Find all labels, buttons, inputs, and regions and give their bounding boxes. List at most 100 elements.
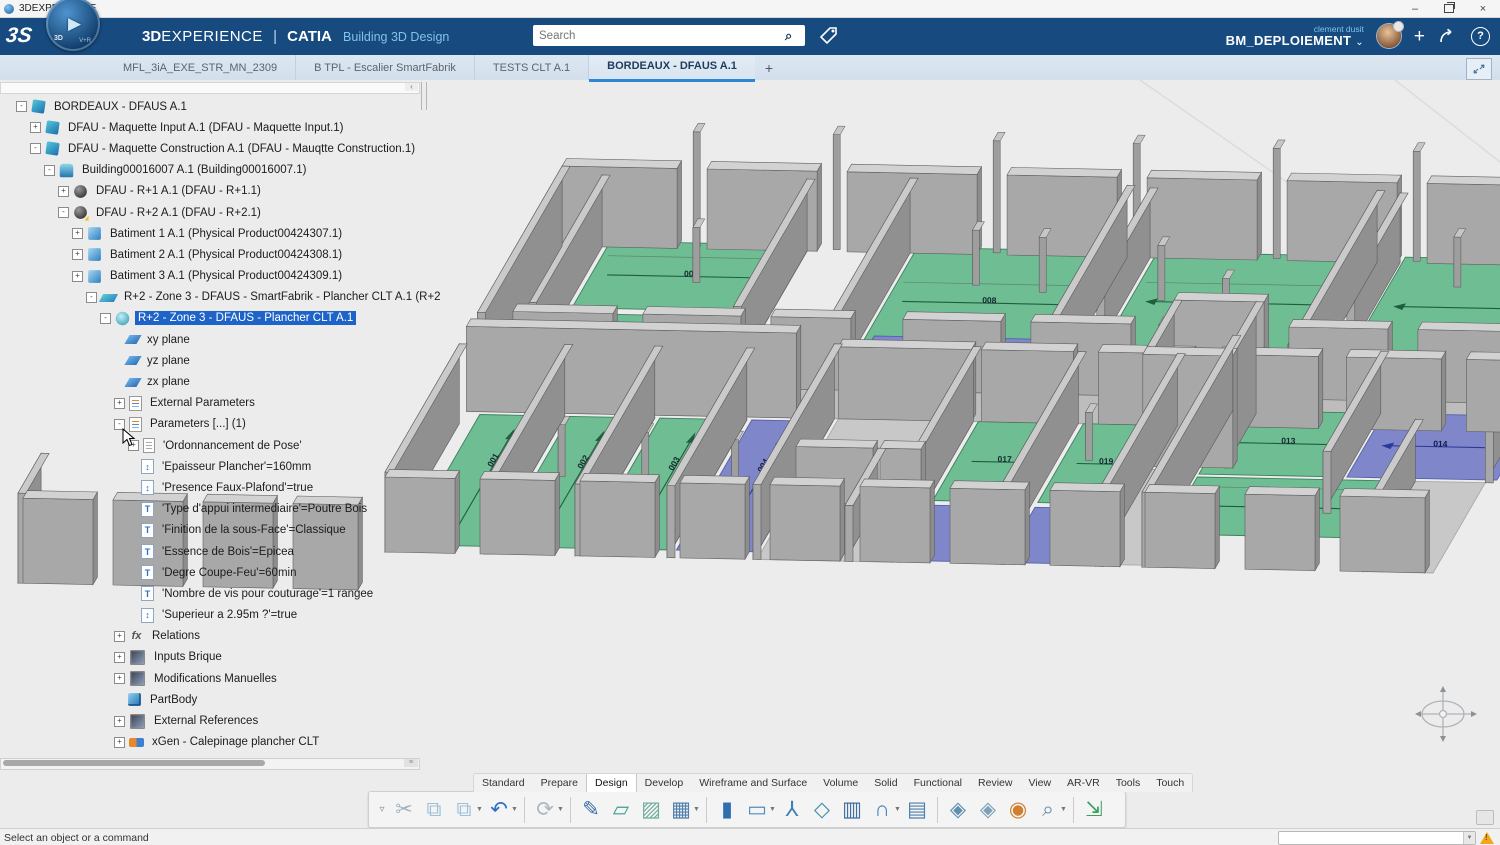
tree-item[interactable]: T'Essence de Bois'=Epicea (12, 541, 442, 562)
tree-expander-icon[interactable]: + (72, 228, 83, 239)
tree-item[interactable]: T'Finition de la sous-Face'=Classique (12, 520, 442, 541)
tree-item[interactable]: +'Ordonnancement de Pose' (12, 435, 442, 456)
command-dropdown-icon[interactable]: ▼ (1463, 832, 1475, 844)
ribbon-tab-standard[interactable]: Standard (474, 774, 533, 792)
tree-expander-icon[interactable]: + (114, 398, 125, 409)
tree-expander-icon[interactable]: + (114, 631, 125, 642)
tree-item[interactable]: +DFAU - R+1 A.1 (DFAU - R+1.1) (12, 181, 442, 202)
tree-item[interactable]: +DFAU - Maquette Input A.1 (DFAU - Maque… (12, 117, 442, 138)
search-tag-icon[interactable]: ⌕ (1033, 795, 1063, 825)
tree-item[interactable]: +Modifications Manuelles (12, 668, 442, 689)
wall-framing-icon[interactable]: ▥ (837, 795, 867, 825)
export-icon[interactable]: ⇲ (1079, 795, 1109, 825)
add-button[interactable]: + (1414, 27, 1425, 46)
add-tab-button[interactable]: + (765, 60, 773, 76)
tree-item[interactable]: +xGen - Calepinage plancher CLT (12, 732, 442, 753)
restore-button[interactable] (1432, 0, 1466, 17)
ribbon-tab-view[interactable]: View (1020, 774, 1059, 792)
tree-item[interactable]: +fxRelations (12, 626, 442, 647)
tree-item[interactable]: -R+2 - Zone 3 - DFAUS - Plancher CLT A.1 (12, 308, 442, 329)
scroll-arrow-icon[interactable]: ‹ (405, 83, 418, 91)
material-tag-icon[interactable]: ◉ (1003, 795, 1033, 825)
search-input[interactable] (533, 30, 785, 42)
tree-item[interactable]: yz plane (12, 350, 442, 371)
ribbon-tab-design[interactable]: Design (586, 774, 637, 792)
volume-icon-dropdown[interactable]: ▼ (769, 806, 777, 813)
expand-viewport-button[interactable] (1466, 58, 1492, 80)
tree-item[interactable]: -Parameters [...] (1) (12, 414, 442, 435)
tree-item[interactable]: ↕'Epaisseur Plancher'=160mm (12, 456, 442, 477)
tree-expander-icon[interactable]: + (128, 440, 139, 451)
doc-tab-b-tpl-escalier-smartfabrik[interactable]: B TPL - Escalier SmartFabrik (296, 55, 475, 80)
user-menu[interactable]: clement dusit BM_DEPLOIEMENT⌄ (1226, 23, 1364, 49)
tree-item[interactable]: T'Nombre de vis pour couturage'=1 rangee (12, 583, 442, 604)
ribbon-tab-wireframe-and-surface[interactable]: Wireframe and Surface (691, 774, 815, 792)
schedule-icon[interactable]: ▤ (902, 795, 932, 825)
slab-icon[interactable]: ▱ (606, 795, 636, 825)
tree-expander-icon[interactable]: - (16, 101, 27, 112)
avatar[interactable] (1377, 24, 1401, 48)
update-icon[interactable]: ⟳ (530, 795, 560, 825)
tag-button[interactable] (818, 24, 840, 46)
ribbon-tab-touch[interactable]: Touch (1148, 774, 1192, 792)
tree-item[interactable]: -DFAU - R+2 A.1 (DFAU - R+2.1) (12, 202, 442, 223)
tag-edit-icon[interactable]: ◈ (943, 795, 973, 825)
ribbon-tab-prepare[interactable]: Prepare (533, 774, 586, 792)
search-box[interactable]: ⌕ (533, 25, 805, 46)
slab-pattern-icon[interactable]: ▨ (636, 795, 666, 825)
tree-expander-icon[interactable]: + (72, 271, 83, 282)
scrollbar-grip[interactable]: ≡ (404, 759, 418, 767)
tree-item[interactable]: PartBody (12, 689, 442, 710)
tree-expander-icon[interactable]: - (86, 292, 97, 303)
undo-icon-dropdown[interactable]: ▼ (511, 806, 519, 813)
doc-tab-bordeaux-dfaus-a-1[interactable]: BORDEAUX - DFAUS A.1 (589, 54, 755, 82)
tree-item[interactable]: -Building00016007 A.1 (Building00016007.… (12, 160, 442, 181)
tree-expander-icon[interactable]: - (44, 165, 55, 176)
search-tag-icon-dropdown[interactable]: ▼ (1060, 806, 1068, 813)
doc-tab-tests-clt-a-1[interactable]: TESTS CLT A.1 (475, 55, 589, 80)
close-button[interactable]: × (1466, 0, 1500, 17)
command-input[interactable]: ▼ (1278, 831, 1476, 845)
sketch-icon[interactable]: ✎ (576, 795, 606, 825)
ribbon-tab-develop[interactable]: Develop (637, 774, 692, 792)
tree-item[interactable]: +Batiment 2 A.1 (Physical Product0042430… (12, 244, 442, 265)
tag-cloud-icon[interactable]: ◈ (973, 795, 1003, 825)
tree-item[interactable]: ↕'Superieur a 2.95m ?'=true (12, 605, 442, 626)
curved-slab-icon[interactable]: ◇ (807, 795, 837, 825)
tree-expander-icon[interactable]: + (114, 652, 125, 663)
menu-overflow-chevron[interactable]: ▿ (375, 795, 389, 825)
tree-item[interactable]: +External Parameters (12, 393, 442, 414)
tree-item[interactable]: -R+2 - Zone 3 - DFAUS - SmartFabrik - Pl… (12, 287, 442, 308)
tree-item[interactable]: +Batiment 3 A.1 (Physical Product0042430… (12, 266, 442, 287)
tree-expander-icon[interactable]: - (100, 313, 111, 324)
update-icon-dropdown[interactable]: ▼ (557, 806, 565, 813)
tree-item[interactable]: -DFAU - Maquette Construction A.1 (DFAU … (12, 138, 442, 159)
share-icon[interactable] (1438, 26, 1458, 46)
tree-expander-icon[interactable]: - (58, 207, 69, 218)
tree-item[interactable]: -BORDEAUX - DFAUS A.1 (12, 96, 442, 117)
grid-icon-dropdown[interactable]: ▼ (693, 806, 701, 813)
notification-doc-icon[interactable] (1476, 810, 1494, 825)
command-field[interactable] (1279, 832, 1463, 844)
paste-icon-dropdown[interactable]: ▼ (476, 806, 484, 813)
tree-expander-icon[interactable]: + (72, 249, 83, 260)
help-button[interactable]: ? (1471, 27, 1490, 46)
tree-expander-icon[interactable]: + (30, 122, 41, 133)
paste-icon[interactable]: ⧉ (449, 795, 479, 825)
beam-junction-icon[interactable]: ⅄ (777, 795, 807, 825)
copy-icon[interactable]: ⧉ (419, 795, 449, 825)
doc-tab-mfl-3ia-exe-str-mn-2309[interactable]: MFL_3iA_EXE_STR_MN_2309 (105, 55, 296, 80)
undo-icon[interactable]: ↶ (484, 795, 514, 825)
ribbon-tab-volume[interactable]: Volume (815, 774, 866, 792)
ribbon-tab-review[interactable]: Review (970, 774, 1020, 792)
ribbon-tab-ar-vr[interactable]: AR-VR (1059, 774, 1108, 792)
tree-item[interactable]: ↕'Presence Faux-Plafond'=true (12, 477, 442, 498)
tree-scrollbar-horizontal-top[interactable]: ‹ (0, 82, 420, 94)
opening-icon-dropdown[interactable]: ▼ (894, 806, 902, 813)
wall-icon[interactable]: ▮ (712, 795, 742, 825)
tree-item[interactable]: T'Type d'appui intermediaire'=Poutre Boi… (12, 499, 442, 520)
ribbon-tab-tools[interactable]: Tools (1108, 774, 1149, 792)
scrollbar-thumb[interactable] (3, 760, 265, 766)
tree-item[interactable]: +External References (12, 710, 442, 731)
warning-icon[interactable] (1480, 832, 1494, 844)
